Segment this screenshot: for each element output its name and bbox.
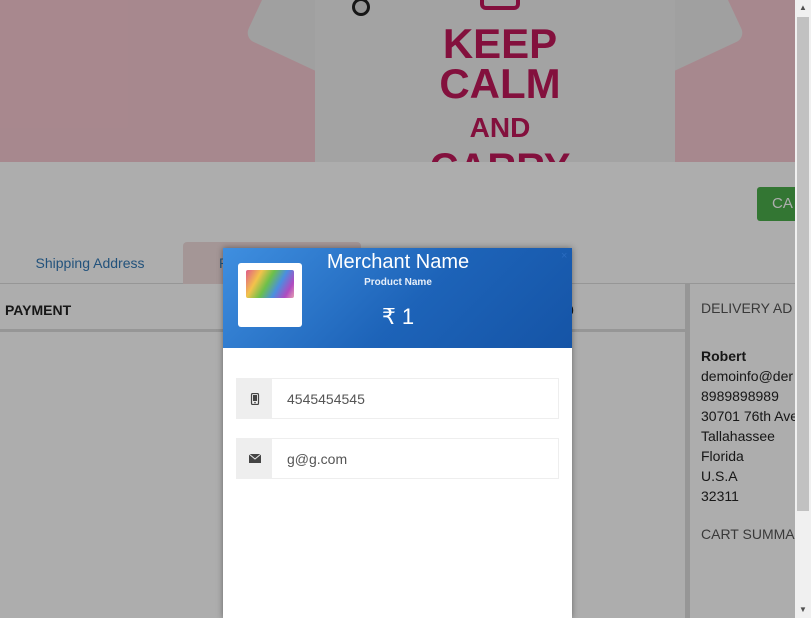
merchant-logo — [238, 263, 302, 327]
envelope-icon — [237, 439, 272, 478]
page-scrollbar[interactable]: ▲ ▼ — [795, 0, 811, 618]
product-name: Product Name — [364, 277, 432, 288]
crayons-image — [246, 270, 294, 298]
email-input[interactable] — [273, 439, 558, 478]
scroll-down-arrow-icon[interactable]: ▼ — [795, 602, 811, 618]
phone-field — [236, 378, 559, 419]
merchant-name: Merchant Name — [326, 251, 470, 273]
scrollbar-thumb[interactable] — [797, 17, 809, 511]
phone-input[interactable] — [273, 379, 558, 418]
scroll-up-arrow-icon[interactable]: ▲ — [795, 0, 811, 16]
payment-amount-display: ₹ 1 — [381, 304, 415, 329]
phone-icon — [237, 379, 272, 418]
close-icon[interactable]: × — [561, 250, 567, 262]
payment-modal: Merchant Name Product Name ₹ 1 × — [223, 248, 572, 618]
modal-header: Merchant Name Product Name ₹ 1 × — [223, 248, 572, 348]
email-field — [236, 438, 559, 479]
